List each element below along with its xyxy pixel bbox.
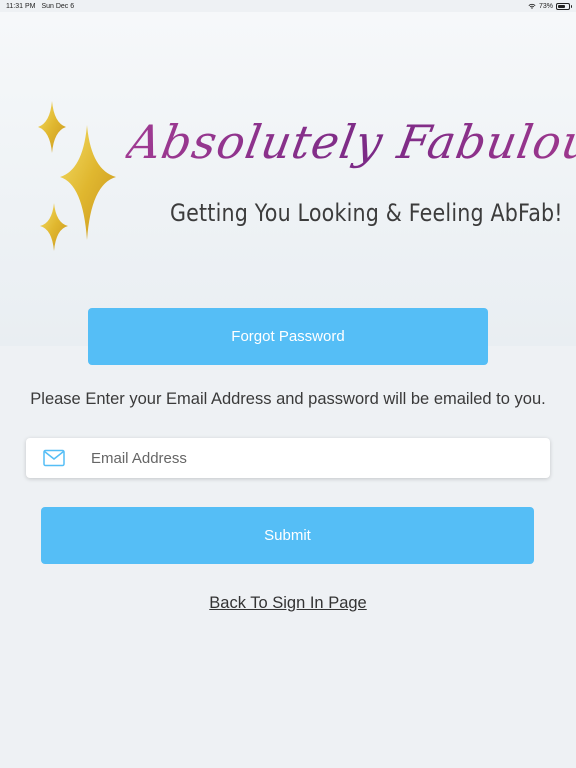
submit-label: Submit xyxy=(264,527,311,544)
status-time: 11:31 PM xyxy=(6,2,36,10)
mail-icon xyxy=(43,449,65,467)
forgot-password-label: Forgot Password xyxy=(231,328,345,345)
battery-percent: 73% xyxy=(538,2,553,10)
wifi-icon xyxy=(528,3,536,9)
logo: Absolutely Fabulous Getting You Looking … xyxy=(30,95,576,265)
email-field[interactable] xyxy=(26,438,550,478)
back-to-sign-in-link[interactable]: Back To Sign In Page xyxy=(0,594,576,613)
logo-title: Absolutely Fabulous xyxy=(123,115,576,169)
forgot-password-button[interactable]: Forgot Password xyxy=(88,308,488,365)
email-input[interactable] xyxy=(91,449,491,467)
status-bar: 11:31 PM Sun Dec 6 73% xyxy=(0,0,576,12)
instruction-text: Please Enter your Email Address and pass… xyxy=(30,390,546,408)
status-date: Sun Dec 6 xyxy=(41,2,75,10)
sparkle-icon xyxy=(38,101,116,251)
battery-icon xyxy=(556,2,572,10)
logo-tagline: Getting You Looking & Feeling AbFab! xyxy=(170,199,563,227)
submit-button[interactable]: Submit xyxy=(41,507,534,564)
battery-level xyxy=(558,4,566,8)
